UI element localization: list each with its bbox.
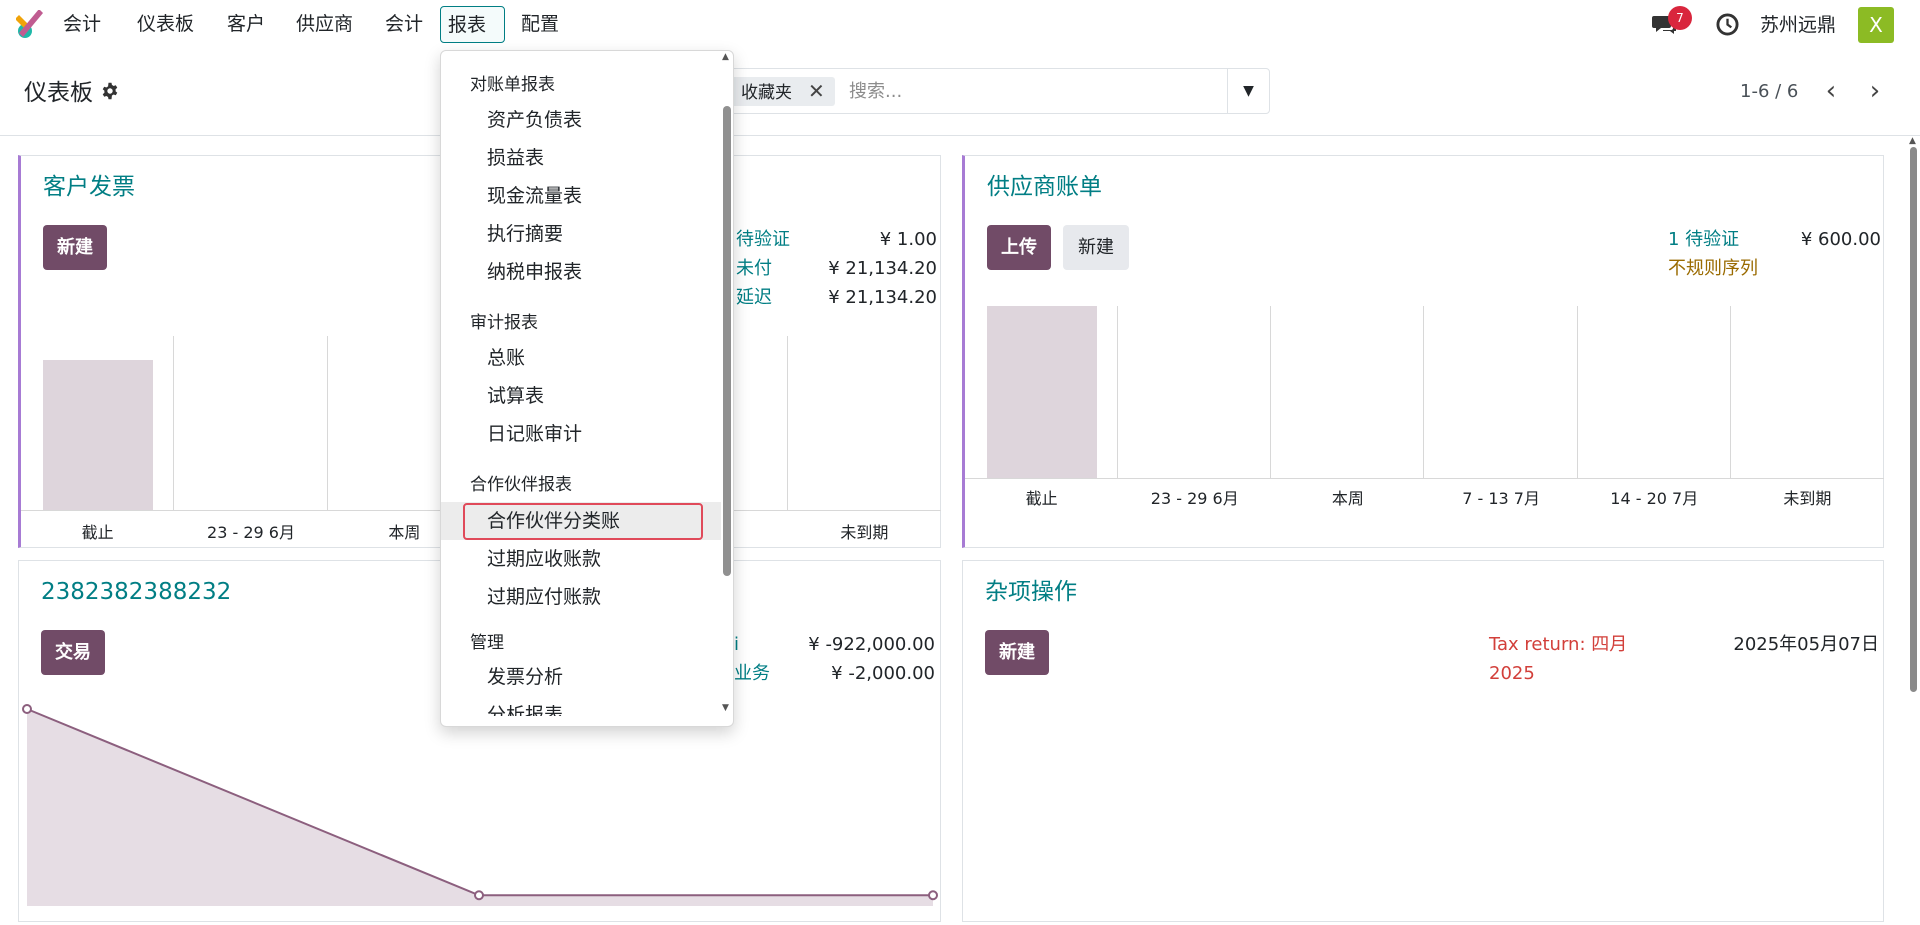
chart-x-label: 14 - 20 7月 [1610, 489, 1699, 508]
misc-operations-card: 杂项操作 新建 Tax return: 四月 2025 2025年05月07日 [962, 560, 1884, 922]
activity-name[interactable]: Tax return: 四月 [1489, 631, 1627, 658]
menu-item-balance-sheet[interactable]: 资产负债表 [487, 106, 582, 134]
chart-column [1425, 306, 1578, 478]
new-bill-button[interactable]: 新建 [1063, 225, 1129, 270]
new-misc-button[interactable]: 新建 [985, 630, 1049, 675]
card-title[interactable]: 供应商账单 [987, 172, 1102, 202]
user-avatar[interactable]: X [1858, 7, 1894, 43]
section-partner-reports: 合作伙伴报表 [470, 475, 572, 495]
transactions-button[interactable]: 交易 [41, 630, 105, 675]
pager-next-icon[interactable]: › [1860, 76, 1890, 106]
dropdown-scrollbar[interactable] [723, 106, 731, 576]
search-facet[interactable]: 收藏夹 ✕ [731, 77, 835, 106]
top-navbar: 会计 仪表板 客户 供应商 会计 报表 配置 7 苏州远鼎 X [0, 0, 1920, 50]
dropdown-scroll-down-icon[interactable]: ▼ [722, 703, 729, 713]
stat-to-validate-value: ¥ 1.00 [879, 229, 937, 250]
new-invoice-button[interactable]: 新建 [43, 225, 107, 270]
app-logo-icon[interactable] [16, 10, 46, 40]
stat-unpaid-value: ¥ 21,134.20 [828, 258, 937, 279]
activity-year[interactable]: 2025 [1489, 660, 1535, 687]
app-name[interactable]: 会计 [56, 6, 108, 43]
chart-column [1731, 306, 1884, 478]
chart-bar[interactable] [43, 360, 153, 510]
chart-x-label: 截止 [1025, 489, 1058, 508]
activity-clock-icon[interactable] [1716, 13, 1739, 36]
stat-to-validate-value: ¥ 600.00 [1800, 229, 1881, 250]
gear-icon[interactable] [101, 82, 119, 100]
menu-item-aged-payable[interactable]: 过期应付账款 [487, 583, 601, 611]
chart-point[interactable] [474, 890, 484, 901]
caret-down-icon: ▼ [1243, 83, 1254, 99]
menu-item-journal-audit[interactable]: 日记账审计 [487, 420, 582, 448]
menu-item-partner-ledger[interactable]: 合作伙伴分类账 [487, 507, 620, 535]
stat-late-value: ¥ 21,134.20 [828, 287, 937, 308]
chat-badge: 7 [1668, 6, 1692, 30]
stat-unpaid-label[interactable]: 未付 [736, 255, 772, 282]
chart-x-label: 7 - 13 7月 [1462, 489, 1540, 508]
dropdown-scroll-up-icon[interactable]: ▲ [722, 52, 729, 62]
chart-x-label: 23 - 29 6月 [1150, 489, 1239, 508]
chart-x-label: 未到期 [1783, 489, 1832, 508]
facet-remove-icon[interactable]: ✕ [808, 77, 825, 106]
chart-area [27, 709, 933, 906]
menu-item-trial-balance[interactable]: 试算表 [487, 382, 544, 410]
section-statement-reports: 对账单报表 [470, 75, 555, 95]
section-audit-reports: 审计报表 [470, 313, 538, 333]
menu-item-general-ledger[interactable]: 总账 [487, 344, 525, 372]
chart-column [1578, 306, 1731, 478]
section-management: 管理 [470, 633, 504, 653]
page-scrollbar[interactable] [1910, 147, 1917, 692]
pager-value[interactable]: 1-6 / 6 [1740, 80, 1798, 104]
vendor-bills-bar-chart[interactable]: 截止 23 - 29 6月 本周 7 - 13 7月 14 - 20 7月 未到期 [965, 306, 1884, 508]
menu-customers[interactable]: 客户 [220, 6, 272, 43]
card-title[interactable]: 客户发票 [43, 172, 135, 202]
menu-item-tax-return[interactable]: 纳税申报表 [487, 258, 582, 286]
vendor-bills-card: 供应商账单 上传 新建 1 待验证 ¥ 600.00 不规则序列 截止 23 - … [962, 155, 1884, 548]
chart-x-label: 本周 [1331, 489, 1364, 508]
chart-x-label: 23 - 29 6月 [207, 523, 295, 542]
stat-to-validate-label[interactable]: 1 待验证 [1668, 226, 1739, 253]
chart-point[interactable] [22, 704, 32, 714]
upload-bill-button[interactable]: 上传 [987, 225, 1051, 270]
stat-irregular-sequence[interactable]: 不规则序列 [1668, 255, 1758, 282]
bank-balance-line-chart[interactable] [19, 701, 941, 921]
chart-point[interactable] [928, 890, 938, 901]
company-switcher[interactable]: 苏州远鼎 [1760, 11, 1836, 39]
facet-label: 收藏夹 [741, 83, 792, 103]
menu-configuration[interactable]: 配置 [514, 6, 566, 43]
menu-item-profit-loss[interactable]: 损益表 [487, 144, 544, 172]
pager-previous-icon[interactable]: ‹ [1816, 76, 1846, 106]
stat-balance-value: ¥ -922,000.00 [808, 634, 935, 655]
menu-item-executive-summary[interactable]: 执行摘要 [487, 220, 563, 248]
stat-operations-value: ¥ -2,000.00 [831, 663, 935, 684]
stat-balance-label[interactable]: i [734, 631, 739, 658]
activity-date: 2025年05月07日 [1733, 634, 1879, 655]
menu-item-analytic-report[interactable]: 分析报表 [487, 701, 563, 716]
chart-column [174, 336, 328, 510]
chart-column [1271, 306, 1425, 478]
page-title: 仪表板 [24, 80, 93, 106]
search-input[interactable]: 搜索... [849, 80, 902, 104]
stat-late-label[interactable]: 延迟 [736, 284, 772, 311]
reports-dropdown-menu: 对账单报表 资产负债表 损益表 现金流量表 执行摘要 纳税申报表 审计报表 总账… [440, 50, 734, 727]
stat-to-validate-label[interactable]: 待验证 [736, 226, 790, 253]
chart-column [788, 336, 941, 510]
chart-x-label: 未到期 [840, 523, 889, 542]
card-title[interactable]: 杂项操作 [985, 577, 1077, 607]
menu-vendors[interactable]: 供应商 [289, 6, 360, 43]
menu-item-cash-flow[interactable]: 现金流量表 [487, 182, 582, 210]
chart-column [1118, 306, 1272, 478]
chart-bar[interactable] [987, 306, 1097, 478]
card-title[interactable]: 2382382388232 [41, 577, 231, 607]
chart-x-label: 截止 [81, 523, 114, 542]
menu-item-invoice-analysis[interactable]: 发票分析 [487, 663, 563, 691]
menu-item-aged-receivable[interactable]: 过期应收账款 [487, 545, 601, 573]
page-scroll-up-icon[interactable]: ▲ [1909, 136, 1916, 146]
menu-accounting[interactable]: 会计 [378, 6, 430, 43]
menu-dashboard[interactable]: 仪表板 [130, 6, 201, 43]
menu-reports[interactable]: 报表 [440, 6, 505, 43]
search-options-toggle[interactable]: ▼ [1227, 69, 1269, 113]
